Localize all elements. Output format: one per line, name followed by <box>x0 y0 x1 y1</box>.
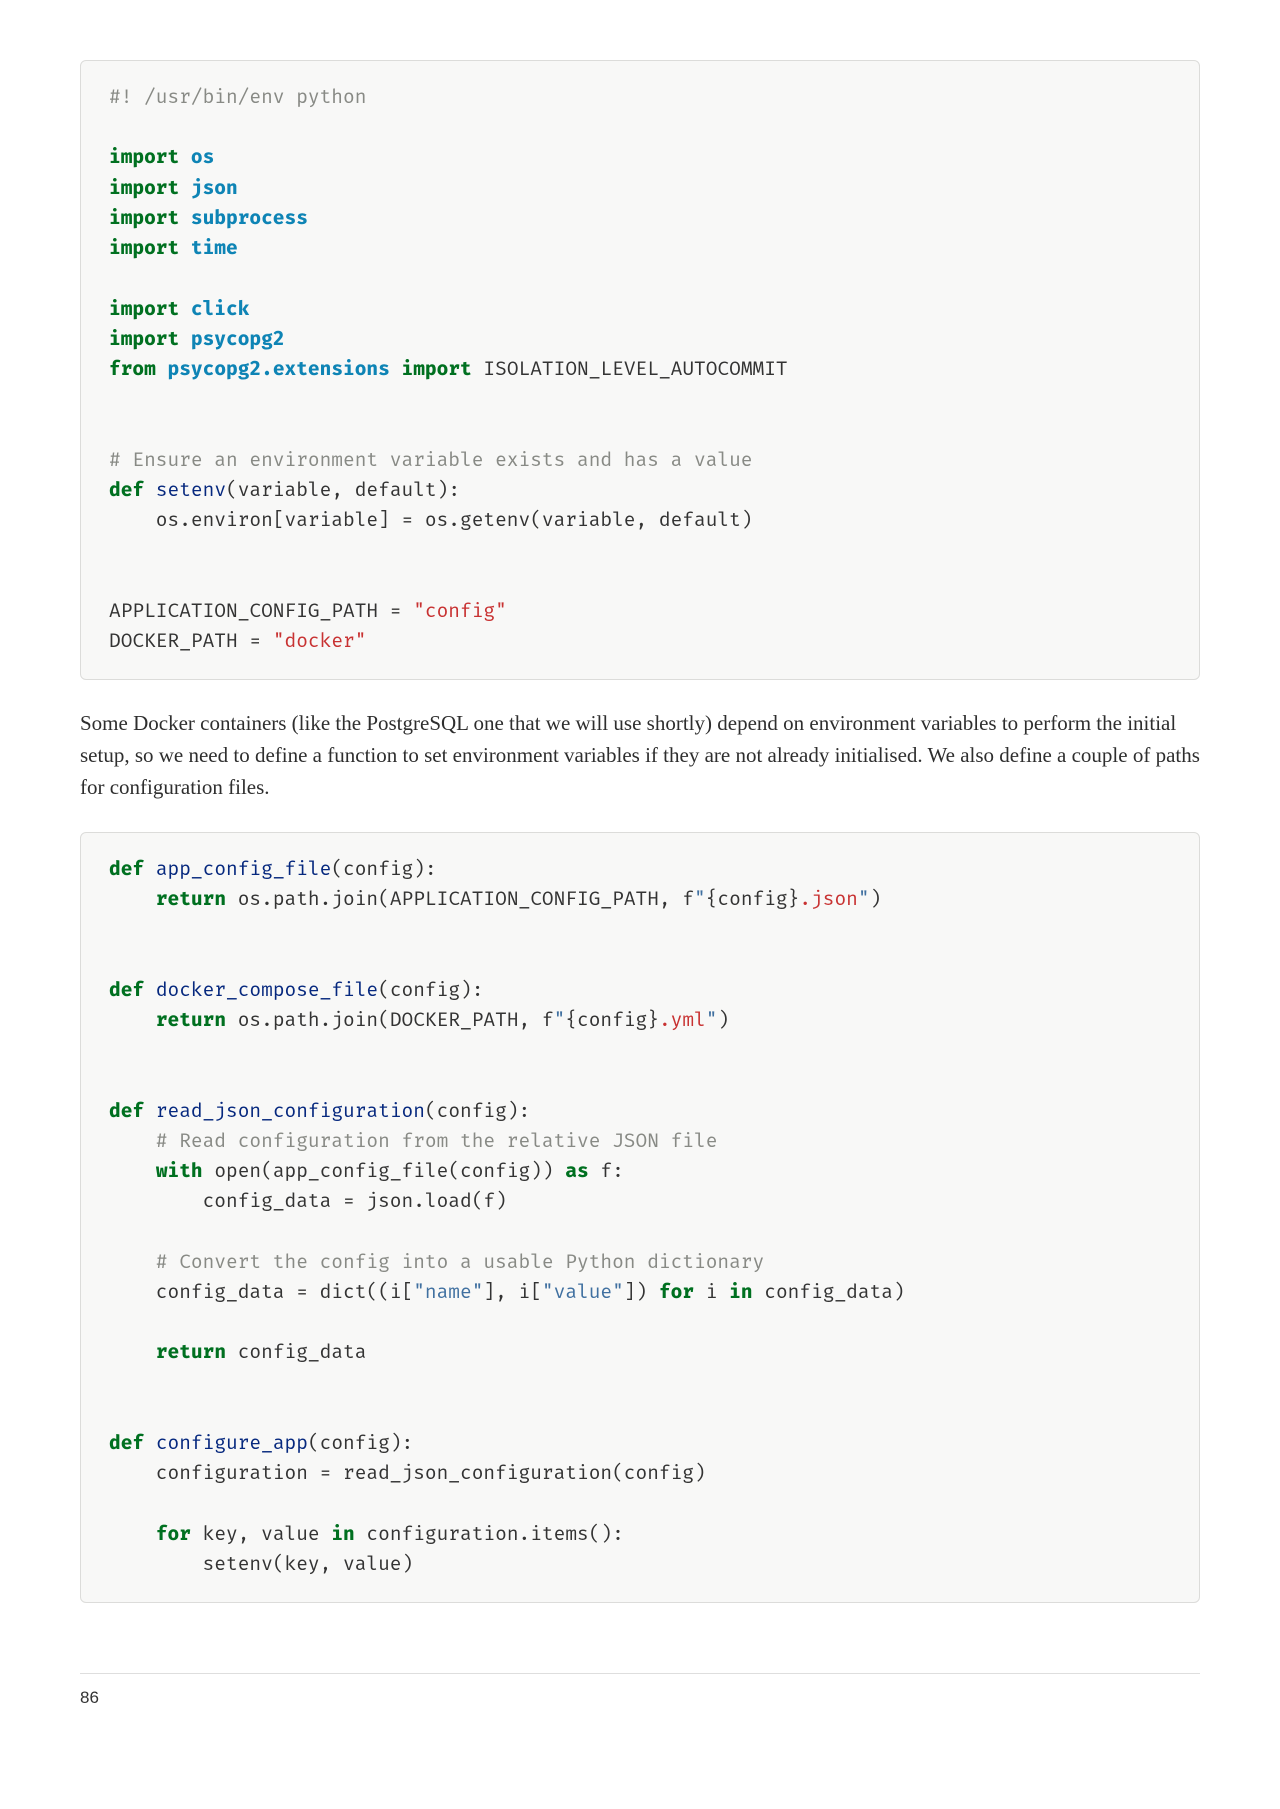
kw-import: import <box>109 298 179 321</box>
module-name: psycopg2.extensions <box>168 358 390 381</box>
params: (config): <box>331 858 436 881</box>
code-line: configuration = read_json_configuration(… <box>109 1462 706 1485</box>
code-text: ]) <box>624 1281 659 1304</box>
code-line: APPLICATION_CONFIG_PATH = <box>109 600 413 623</box>
kw-for: for <box>156 1523 191 1546</box>
kw-import: import <box>109 146 179 169</box>
fn-name: setenv <box>156 479 226 502</box>
kw-in: in <box>331 1523 354 1546</box>
code-text: config_data <box>226 1341 366 1364</box>
code-comment: # Read configuration from the relative J… <box>109 1130 717 1153</box>
code-text: f: <box>589 1160 624 1183</box>
page-number: 86 <box>80 1688 99 1707</box>
code-line: os.environ[variable] = os.getenv(variabl… <box>109 509 753 532</box>
code-text: configuration.items(): <box>355 1523 624 1546</box>
kw-with: with <box>156 1160 203 1183</box>
str-quote: " <box>554 1009 566 1032</box>
body-paragraph: Some Docker containers (like the Postgre… <box>80 708 1200 804</box>
kw-def: def <box>109 858 144 881</box>
module-name: click <box>191 298 250 321</box>
str-quote: " <box>706 1009 718 1032</box>
kw-in: in <box>729 1281 752 1304</box>
code-comment: # Ensure an environment variable exists … <box>109 449 753 472</box>
kw-from: from <box>109 358 156 381</box>
fstring-interp: {config} <box>706 888 800 911</box>
code-comment: # Convert the config into a usable Pytho… <box>109 1251 764 1274</box>
code-text: os.path.join(DOCKER_PATH, f <box>226 1009 554 1032</box>
kw-import: import <box>109 237 179 260</box>
module-name: psycopg2 <box>191 328 285 351</box>
code-text: open(app_config_file(config)) <box>203 1160 566 1183</box>
fn-name: docker_compose_file <box>156 979 378 1002</box>
kw-return: return <box>156 888 226 911</box>
code-block-2: def app_config_file(config): return os.p… <box>80 832 1200 1603</box>
kw-def: def <box>109 1432 144 1455</box>
code-line: DOCKER_PATH = <box>109 630 273 653</box>
kw-import: import <box>109 328 179 351</box>
page-footer: 86 <box>80 1673 1200 1708</box>
symbol: ISOLATION_LEVEL_AUTOCOMMIT <box>472 358 788 381</box>
code-text: os.path.join(APPLICATION_CONFIG_PATH, f <box>226 888 694 911</box>
code-line: #! /usr/bin/env python <box>109 86 366 109</box>
kw-def: def <box>109 979 144 1002</box>
code-text: ) <box>717 1009 729 1032</box>
kw-def: def <box>109 479 144 502</box>
code-block-1: #! /usr/bin/env python import os import … <box>80 60 1200 680</box>
string-literal: "docker" <box>273 630 367 653</box>
kw-as: as <box>565 1160 588 1183</box>
code-text: ) <box>870 888 882 911</box>
kw-def: def <box>109 1100 144 1123</box>
fn-name: configure_app <box>156 1432 308 1455</box>
module-name: subprocess <box>191 207 308 230</box>
code-line: setenv(key, value) <box>109 1553 413 1576</box>
module-name: os <box>191 146 214 169</box>
params: (config): <box>425 1100 530 1123</box>
string-literal: "config" <box>413 600 507 623</box>
params: (config): <box>378 979 483 1002</box>
str-quote: " <box>694 888 706 911</box>
kw-return: return <box>156 1341 226 1364</box>
code-text: ], i[ <box>483 1281 542 1304</box>
str-body: .yml <box>659 1009 706 1032</box>
str-quote: " <box>858 888 870 911</box>
code-line: config_data = json.load(f) <box>109 1190 507 1213</box>
kw-import: import <box>402 358 472 381</box>
code-text: i <box>694 1281 729 1304</box>
kw-for: for <box>659 1281 694 1304</box>
code-text: config_data = dict((i[ <box>109 1281 413 1304</box>
fn-name: app_config_file <box>156 858 332 881</box>
str-literal: "value" <box>542 1281 624 1304</box>
code-text: config_data) <box>753 1281 905 1304</box>
params: (config): <box>308 1432 413 1455</box>
module-name: time <box>191 237 238 260</box>
str-literal: "name" <box>413 1281 483 1304</box>
kw-import: import <box>109 177 179 200</box>
kw-import: import <box>109 207 179 230</box>
fstring-interp: {config} <box>565 1009 659 1032</box>
kw-return: return <box>156 1009 226 1032</box>
fn-name: read_json_configuration <box>156 1100 425 1123</box>
str-body: .json <box>799 888 858 911</box>
code-text: key, value <box>191 1523 331 1546</box>
params: (variable, default): <box>226 479 460 502</box>
module-name: json <box>191 177 238 200</box>
